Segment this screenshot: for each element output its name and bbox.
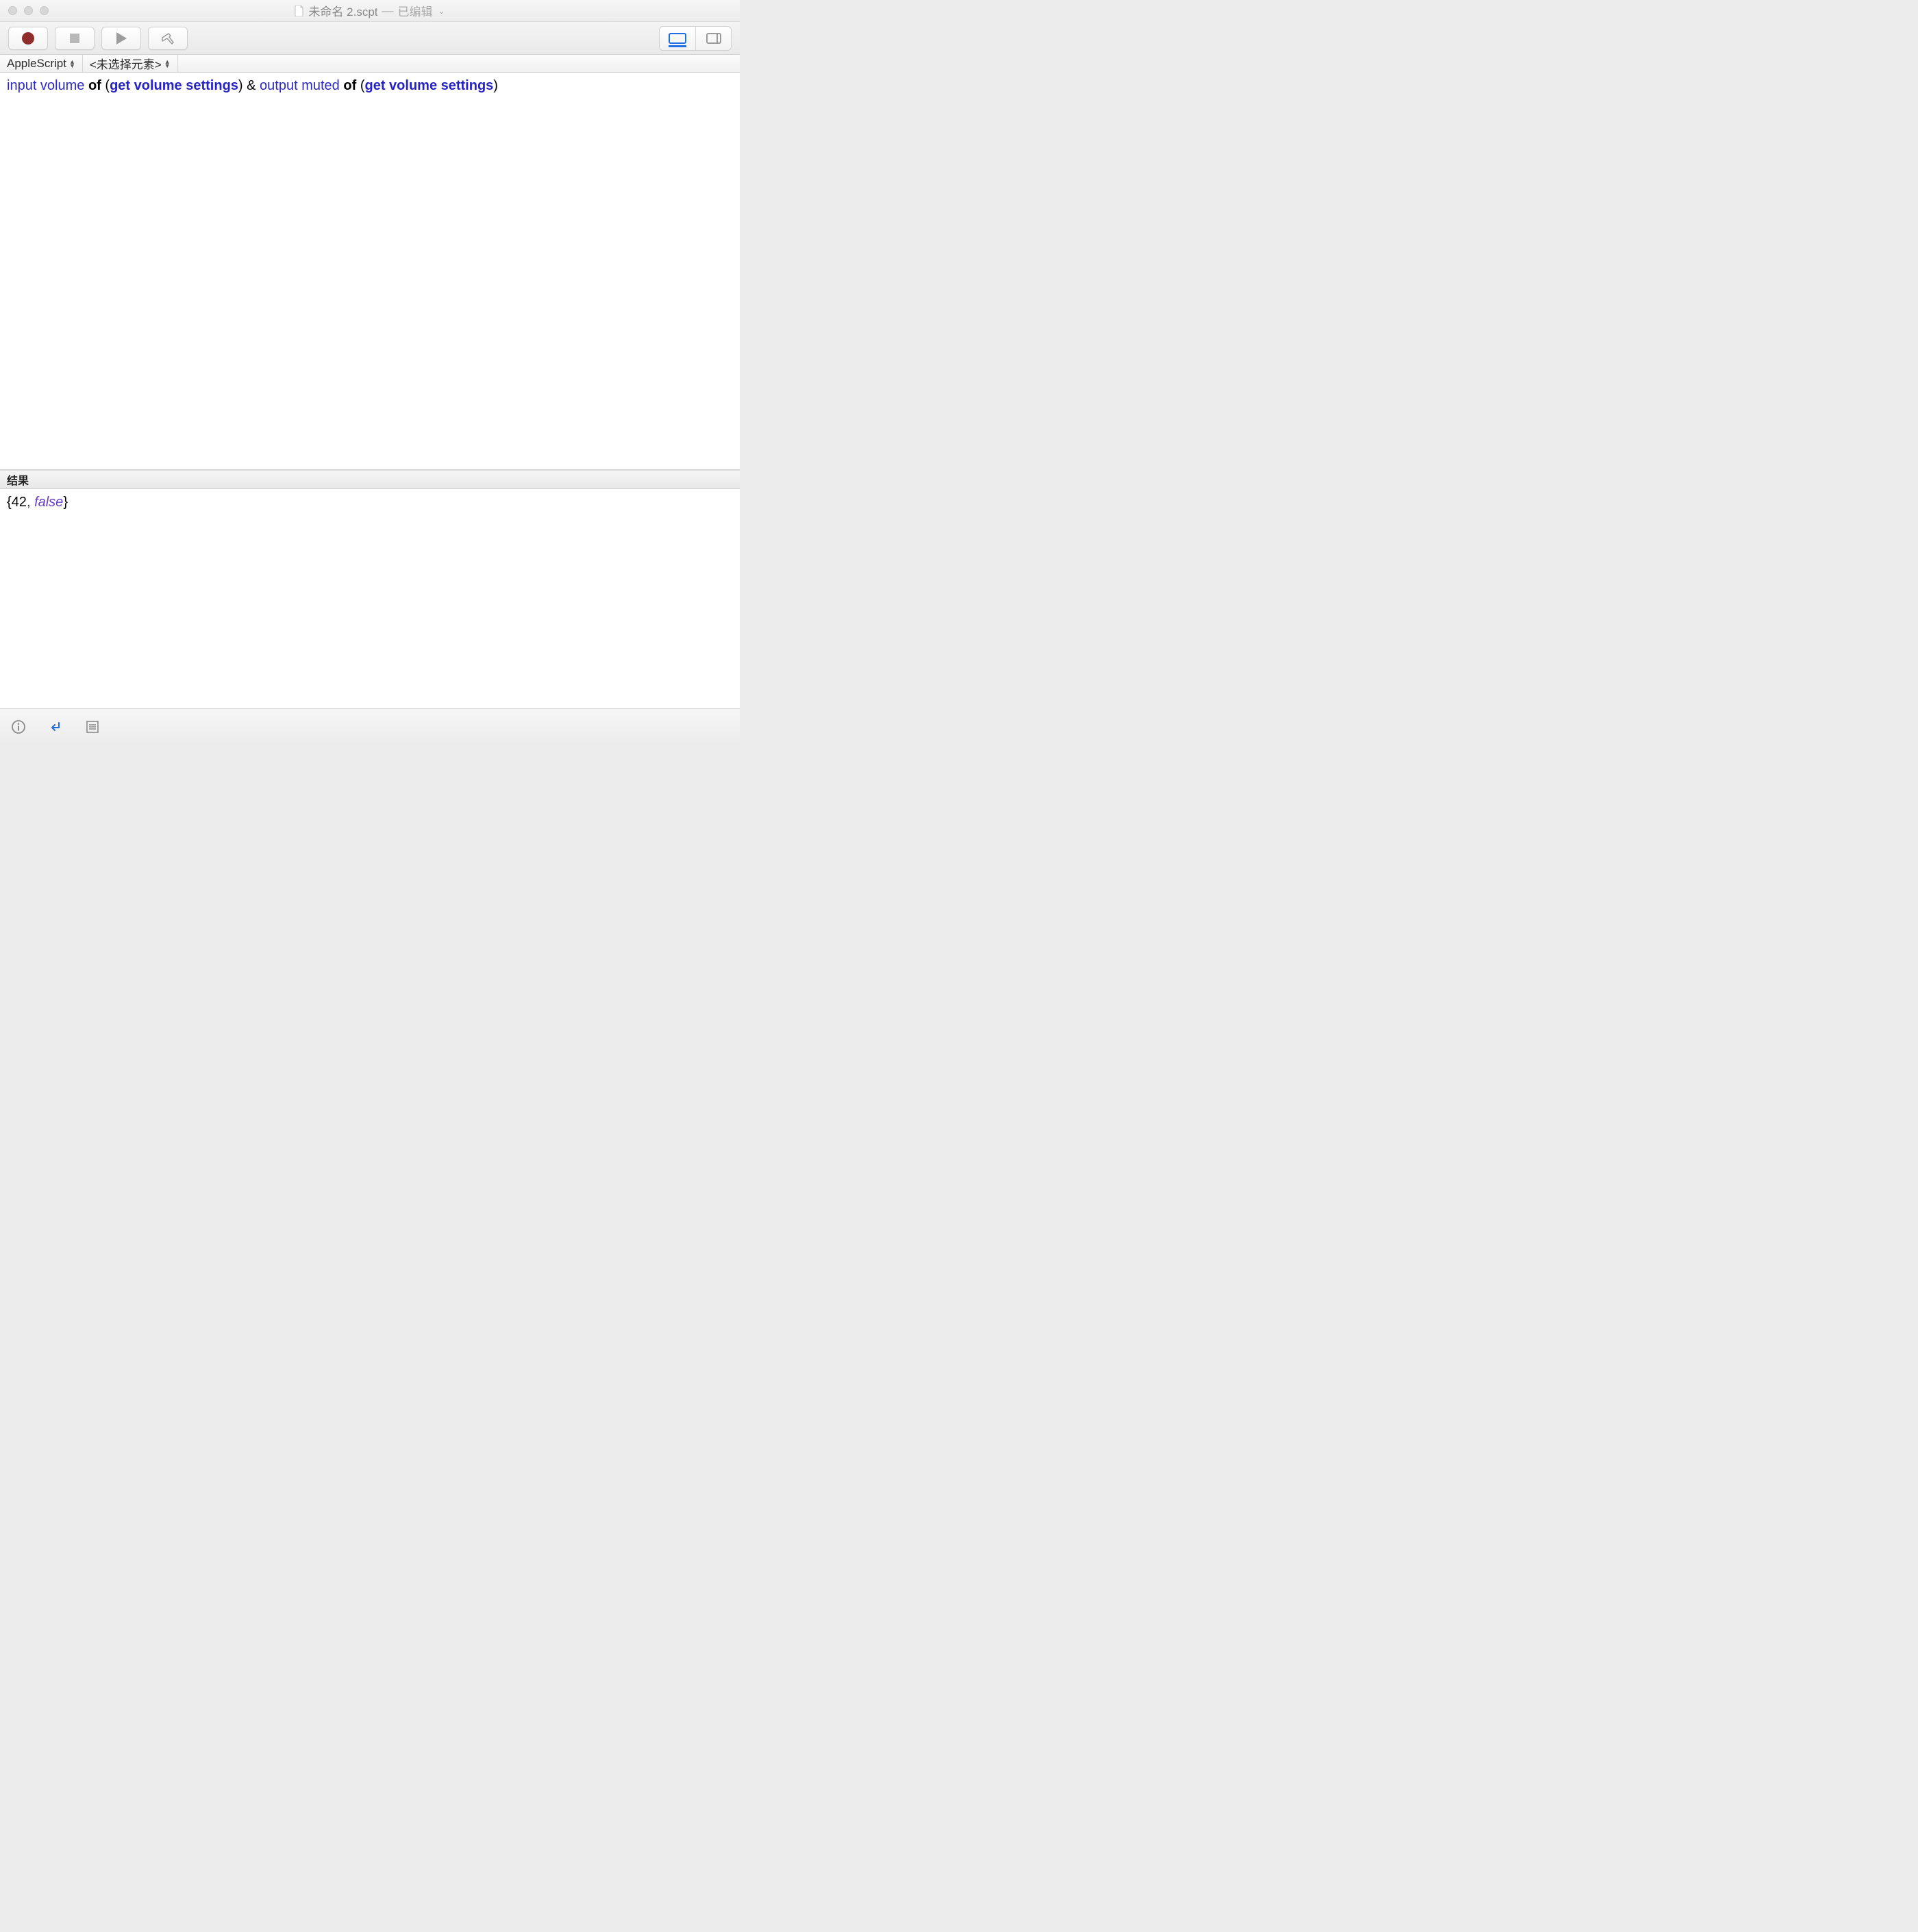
view-side-pane-button[interactable] [695, 27, 731, 50]
code-token: of [88, 78, 101, 93]
code-token: get volume settings [364, 78, 493, 93]
code-token: ) [238, 78, 243, 93]
view-toggle [659, 26, 732, 51]
info-icon [11, 719, 26, 734]
play-icon [116, 32, 127, 45]
document-separator: — [382, 4, 394, 18]
side-pane-icon [706, 33, 721, 44]
bottom-pane-icon [669, 33, 686, 44]
result-header: 结果 [0, 470, 740, 489]
window-title: 未命名 2.scpt — 已编辑 ⌄ [0, 2, 740, 19]
code-token: input volume [7, 78, 84, 93]
script-editor[interactable]: input volume of (get volume settings) & … [0, 73, 740, 470]
return-icon [48, 719, 63, 734]
compile-button[interactable] [148, 27, 188, 50]
elements-selector[interactable]: <未选择元素> ▲▼ [83, 55, 178, 72]
record-button[interactable] [8, 27, 48, 50]
view-bottom-pane-button[interactable] [660, 27, 695, 50]
elements-label: <未选择元素> [90, 55, 162, 72]
record-icon [22, 32, 34, 45]
result-header-label: 结果 [7, 471, 29, 488]
result-token: { [7, 495, 12, 510]
run-button[interactable] [101, 27, 141, 50]
document-filename: 未命名 2.scpt [308, 2, 377, 19]
result-token: , [27, 495, 34, 510]
chevron-down-icon[interactable]: ⌄ [438, 6, 445, 16]
updown-icon: ▲▼ [69, 60, 75, 68]
result-view-button[interactable] [47, 718, 64, 736]
hammer-icon [160, 32, 175, 45]
code-token: output muted [260, 78, 340, 93]
language-selector[interactable]: AppleScript ▲▼ [0, 55, 83, 72]
updown-icon: ▲▼ [164, 60, 171, 68]
info-button[interactable] [10, 718, 27, 736]
code-token: get volume settings [110, 78, 238, 93]
titlebar: 未命名 2.scpt — 已编辑 ⌄ [0, 0, 740, 22]
stop-button[interactable] [55, 27, 95, 50]
list-icon [85, 719, 100, 734]
result-token: } [63, 495, 68, 510]
code-token: & [247, 78, 256, 93]
toolbar [0, 22, 740, 55]
language-label: AppleScript [7, 57, 66, 71]
nav-bar: AppleScript ▲▼ <未选择元素> ▲▼ [0, 55, 740, 73]
status-bar [0, 708, 740, 744]
document-edited-label: 已编辑 [398, 2, 433, 19]
document-icon [295, 5, 304, 16]
stop-icon [70, 34, 79, 43]
log-view-button[interactable] [84, 718, 101, 736]
code-token: of [343, 78, 356, 93]
result-pane[interactable]: {42, false} [0, 489, 740, 708]
result-token: false [34, 495, 63, 510]
code-token: ) [493, 78, 498, 93]
result-token: 42 [12, 495, 27, 510]
